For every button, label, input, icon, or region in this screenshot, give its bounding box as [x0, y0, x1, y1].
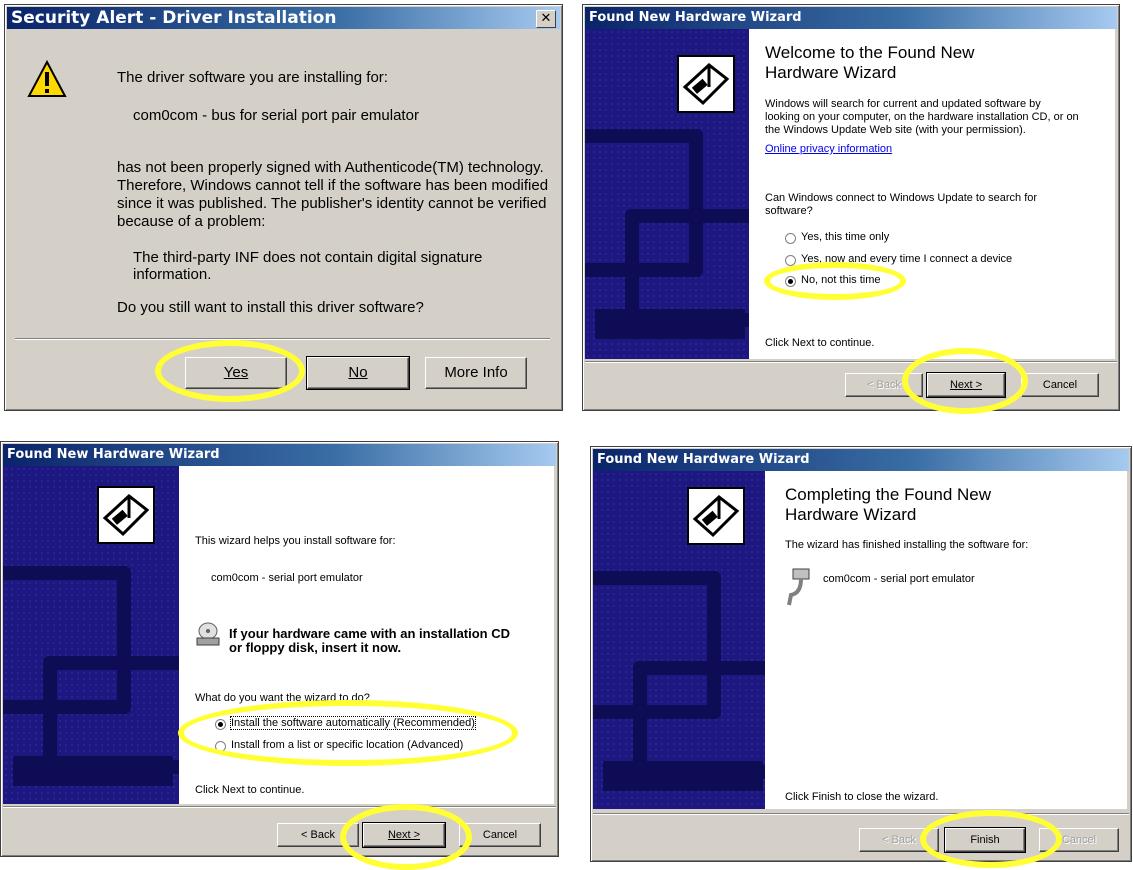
highlight-no-ring: [764, 262, 906, 300]
no-button[interactable]: No: [306, 356, 410, 390]
install-titlebar[interactable]: Found New Hardware Wizard: [3, 444, 556, 466]
complete-titlebar[interactable]: Found New Hardware Wizard: [593, 449, 1129, 471]
install-cd1: If your hardware came with an installati…: [229, 626, 511, 641]
highlight-install-ring: [178, 700, 518, 766]
cd-drive-icon: [196, 622, 220, 646]
install-title: Found New Hardware Wizard: [7, 447, 220, 462]
complete-device: com0com - serial port emulator: [823, 573, 975, 585]
back-label: < Back: [867, 379, 901, 391]
close-icon[interactable]: ✕: [536, 10, 556, 28]
install-line1: This wizard helps you install software f…: [195, 535, 396, 547]
cancel-label: Cancel: [1042, 379, 1078, 391]
install-cd2: or floppy disk, insert it now.: [229, 640, 402, 655]
install-wizard-dialog: Found New Hardware Wizard This wizard he…: [0, 441, 559, 857]
security-alert-title: Security Alert - Driver Installation: [11, 8, 337, 28]
cancel-label: Cancel: [482, 829, 518, 841]
complete-heading2: Hardware Wizard: [785, 505, 917, 524]
install-device: com0com - serial port emulator: [211, 572, 363, 584]
welcome-q2: software?: [765, 205, 813, 217]
hardware-icon: [687, 487, 745, 545]
no-label: No: [348, 364, 368, 381]
complete-wizard-dialog: Found New Hardware Wizard Completing the…: [590, 446, 1132, 862]
welcome-continue: Click Next to continue.: [765, 337, 875, 349]
welcome-p1: Windows will search for current and upda…: [765, 98, 1041, 110]
highlight-next-ring: [902, 348, 1028, 414]
back-label: < Back: [301, 829, 335, 841]
highlight-yes-ring: [155, 340, 305, 402]
highlight-next-ring: [340, 804, 472, 870]
security-line1: The driver software you are installing f…: [117, 69, 388, 86]
welcome-heading2: Hardware Wizard: [765, 63, 897, 82]
complete-heading1: Completing the Found New: [785, 485, 992, 504]
security-problem: The third-party INF does not contain dig…: [133, 249, 483, 283]
separator: [15, 338, 550, 340]
welcome-p3: the Windows Update Web site (with your p…: [765, 124, 1026, 136]
wizard-side-panel: [585, 29, 749, 359]
serial-port-icon: [787, 568, 810, 606]
welcome-titlebar[interactable]: Found New Hardware Wizard: [585, 7, 1117, 29]
radio-yes-once-label[interactable]: Yes, this time only: [801, 231, 889, 243]
welcome-q1: Can Windows connect to Windows Update to…: [765, 192, 1038, 204]
security-device: com0com - bus for serial port pair emula…: [133, 107, 419, 124]
welcome-p2: looking on your computer, on the hardwar…: [765, 111, 1079, 123]
security-alert-titlebar[interactable]: Security Alert - Driver Installation ✕: [7, 7, 560, 29]
welcome-title: Found New Hardware Wizard: [589, 10, 802, 25]
security-question: Do you still want to install this driver…: [117, 299, 424, 316]
privacy-link[interactable]: Online privacy information: [765, 143, 892, 155]
complete-line1: The wizard has finished installing the s…: [785, 539, 1029, 551]
hardware-icon: [677, 55, 735, 113]
complete-close: Click Finish to close the wizard.: [785, 791, 939, 803]
welcome-wizard-dialog: Found New Hardware Wizard Welcome to the…: [582, 4, 1120, 411]
security-body3: since it was published. The publisher's …: [117, 195, 547, 212]
back-label: < Back: [882, 834, 916, 846]
security-body4: because of a problem:: [117, 213, 266, 230]
cancel-label: Cancel: [1061, 834, 1097, 846]
separator: [585, 361, 1117, 363]
wizard-side-panel: [593, 471, 765, 809]
install-continue: Click Next to continue.: [195, 784, 305, 796]
more-info-button[interactable]: More Info: [425, 357, 527, 389]
cancel-button[interactable]: Cancel: [1021, 373, 1099, 397]
separator: [3, 806, 556, 808]
separator: [593, 813, 1129, 815]
more-info-label: More Info: [444, 364, 508, 381]
welcome-heading1: Welcome to the Found New: [765, 43, 975, 62]
hardware-icon: [97, 486, 155, 544]
security-body1: has not been properly signed with Authen…: [117, 159, 544, 176]
wizard-side-panel: [3, 466, 179, 804]
highlight-finish-ring: [920, 810, 1062, 868]
warning-icon: [27, 59, 67, 97]
radio-yes-once[interactable]: [785, 233, 796, 244]
security-body2: Therefore, Windows cannot tell if the so…: [117, 177, 549, 194]
complete-title: Found New Hardware Wizard: [597, 452, 810, 467]
